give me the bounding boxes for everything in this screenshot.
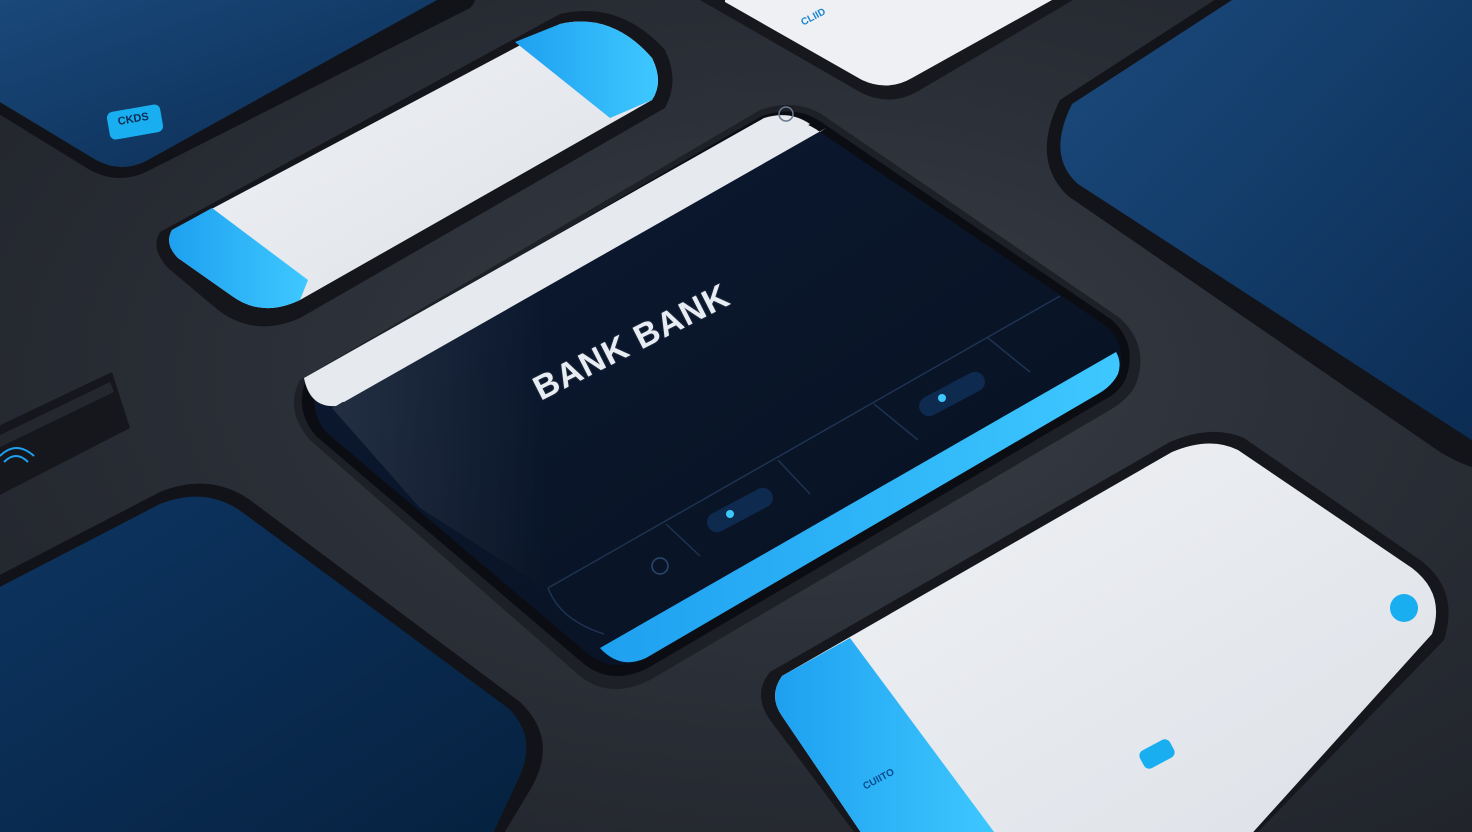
reader-device-left (0, 372, 130, 495)
icon-cyan-dot (1390, 594, 1418, 622)
scene-illustration (0, 0, 1472, 832)
phone-top-center (700, 0, 1073, 100)
device-mockup-scene: BANK BANK CKDS CLIID CUIITO (0, 0, 1472, 832)
